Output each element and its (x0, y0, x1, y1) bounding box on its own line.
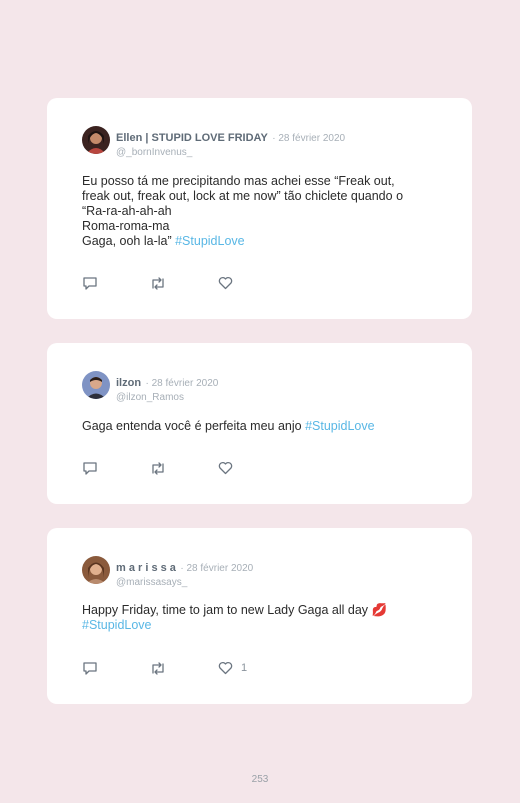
retweet-icon (152, 276, 164, 290)
display-name[interactable]: Ellen | STUPID LOVE FRIDAY (116, 132, 268, 144)
reply-button[interactable] (82, 460, 98, 476)
user-handle[interactable]: @_bornInvenus_ (116, 147, 345, 158)
heart-icon (218, 661, 233, 675)
hashtag-link[interactable]: #StupidLove (175, 234, 245, 248)
retweet-button[interactable] (149, 660, 167, 676)
retweet-icon (152, 461, 164, 475)
reply-button[interactable] (82, 660, 98, 676)
hashtag-link[interactable]: #StupidLove (82, 618, 152, 632)
like-button[interactable] (218, 275, 241, 291)
reply-icon (83, 661, 97, 675)
tweet-meta: Ellen | STUPID LOVE FRIDAY · 28 février … (116, 128, 345, 158)
reply-icon (83, 461, 97, 475)
user-handle[interactable]: @marissasays_ (116, 577, 253, 588)
tweet-text-body: Happy Friday, time to jam to new Lady Ga… (82, 603, 388, 617)
retweet-button[interactable] (149, 275, 167, 291)
retweet-icon (152, 661, 164, 675)
tweet-text: Happy Friday, time to jam to new Lady Ga… (82, 603, 437, 633)
like-count: 1 (241, 662, 248, 674)
tweet-card[interactable]: ilzon · 28 février 2020 @ilzon_Ramos Gag… (47, 343, 472, 504)
tweet-meta: m a r i s s a · 28 février 2020 @marissa… (116, 558, 253, 588)
tweet-card[interactable]: Ellen | STUPID LOVE FRIDAY · 28 février … (47, 98, 472, 319)
tweet-text: Gaga entenda você é perfeita meu anjo #S… (82, 419, 437, 434)
tweet-text-body: Gaga entenda você é perfeita meu anjo (82, 419, 306, 433)
retweet-button[interactable] (149, 460, 167, 476)
heart-icon (218, 276, 233, 290)
tweet-date[interactable]: 28 février 2020 (278, 133, 345, 144)
display-name[interactable]: ilzon (116, 377, 141, 389)
tweet-meta: ilzon · 28 février 2020 @ilzon_Ramos (116, 373, 218, 403)
like-button[interactable]: 1 (218, 660, 247, 676)
tweet-card[interactable]: m a r i s s a · 28 février 2020 @marissa… (47, 528, 472, 704)
display-name[interactable]: m a r i s s a (116, 562, 176, 574)
avatar[interactable] (82, 556, 110, 584)
like-button[interactable] (218, 460, 241, 476)
avatar[interactable] (82, 371, 110, 399)
heart-icon (218, 461, 233, 475)
avatar[interactable] (82, 126, 110, 154)
reply-button[interactable] (82, 275, 98, 291)
tweet-date[interactable]: 28 février 2020 (152, 378, 219, 389)
tweet-text: Eu posso tá me precipitando mas achei es… (82, 174, 437, 249)
user-handle[interactable]: @ilzon_Ramos (116, 392, 218, 403)
hashtag-link[interactable]: #StupidLove (305, 419, 375, 433)
page-number: 253 (251, 774, 269, 785)
tweet-date[interactable]: 28 février 2020 (187, 563, 254, 574)
reply-icon (83, 276, 97, 290)
